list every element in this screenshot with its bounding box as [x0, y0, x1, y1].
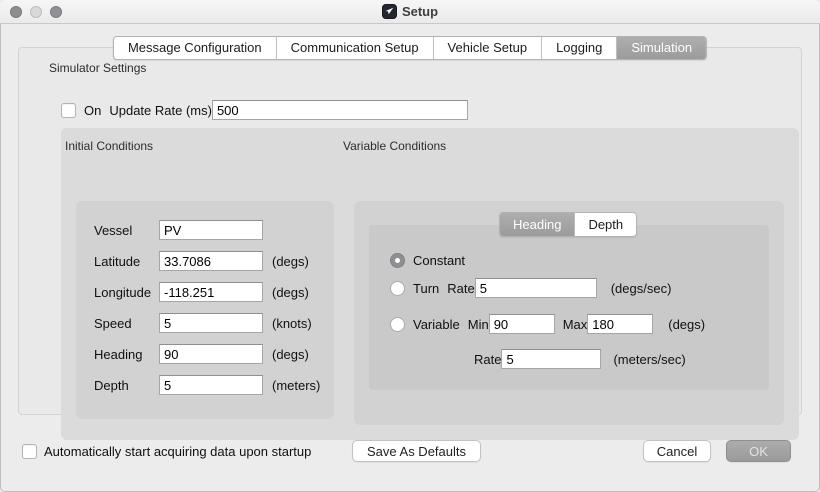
turn-label: Turn	[413, 281, 439, 296]
speed-row: Speed (knots)	[94, 313, 324, 333]
variable-label: Variable	[413, 317, 460, 332]
update-rate-input[interactable]	[212, 100, 468, 120]
latitude-unit: (degs)	[272, 254, 309, 269]
variable-rate-unit: (meters/sec)	[613, 352, 685, 367]
turn-row: Turn Rate (degs/sec)	[390, 277, 671, 299]
speed-unit: (knots)	[272, 316, 312, 331]
tab-message-configuration[interactable]: Message Configuration	[114, 37, 277, 59]
tab-logging[interactable]: Logging	[542, 37, 617, 59]
speed-label: Speed	[94, 316, 159, 331]
speed-input[interactable]	[159, 313, 263, 333]
setup-tab-bar: Message Configuration Communication Setu…	[113, 36, 707, 60]
turn-rate-input[interactable]	[475, 278, 597, 298]
auto-start-checkbox[interactable]	[22, 444, 37, 459]
variable-max-input[interactable]	[587, 314, 653, 334]
tab-depth[interactable]: Depth	[575, 213, 636, 236]
vessel-input[interactable]	[159, 220, 263, 240]
heading-input[interactable]	[159, 344, 263, 364]
tab-vehicle-setup[interactable]: Vehicle Setup	[434, 37, 543, 59]
depth-label: Depth	[94, 378, 159, 393]
constant-radio[interactable]	[390, 253, 405, 268]
variable-max-label: Max	[563, 317, 588, 332]
longitude-row: Longitude (degs)	[94, 282, 324, 302]
depth-row: Depth (meters)	[94, 375, 324, 395]
on-checkbox-label: On	[84, 103, 101, 118]
app-icon	[382, 4, 397, 19]
simulator-settings-title: Simulator Settings	[49, 61, 146, 75]
longitude-label: Longitude	[94, 285, 159, 300]
on-checkbox[interactable]	[61, 103, 76, 118]
variable-rate-label: Rate	[474, 352, 501, 367]
variable-row: Variable Min Max (degs)	[390, 313, 705, 335]
variable-radio[interactable]	[390, 317, 405, 332]
variable-rate-input[interactable]	[501, 349, 601, 369]
depth-input[interactable]	[159, 375, 263, 395]
ok-button[interactable]: OK	[726, 440, 791, 462]
longitude-input[interactable]	[159, 282, 263, 302]
save-as-defaults-button[interactable]: Save As Defaults	[352, 440, 481, 462]
vessel-label: Vessel	[94, 223, 159, 238]
turn-rate-unit: (degs/sec)	[611, 281, 672, 296]
heading-unit: (degs)	[272, 347, 309, 362]
variable-conditions-box: Heading Depth Constant Turn Rate (degs/s…	[354, 201, 784, 425]
window-title: Setup	[402, 4, 438, 19]
latitude-row: Latitude (degs)	[94, 251, 324, 271]
auto-start-row: Automatically start acquiring data upon …	[22, 442, 311, 460]
variable-min-input[interactable]	[489, 314, 555, 334]
heading-depth-tab-bar: Heading Depth	[499, 212, 637, 237]
simulator-on-row: On Update Rate (ms)	[61, 99, 468, 121]
latitude-label: Latitude	[94, 254, 159, 269]
setup-window: Setup Message Configuration Communicatio…	[0, 0, 820, 492]
tab-communication-setup[interactable]: Communication Setup	[277, 37, 434, 59]
tab-simulation[interactable]: Simulation	[617, 37, 706, 59]
tab-heading[interactable]: Heading	[500, 213, 575, 236]
variable-min-label: Min	[468, 317, 489, 332]
latitude-input[interactable]	[159, 251, 263, 271]
variable-conditions-title: Variable Conditions	[343, 139, 446, 153]
initial-conditions-title: Initial Conditions	[65, 139, 153, 153]
heading-label: Heading	[94, 347, 159, 362]
initial-conditions-box: Vessel Latitude (degs) Longitude (degs) …	[76, 201, 334, 419]
title-bar: Setup	[0, 0, 820, 24]
turn-rate-label: Rate	[447, 281, 474, 296]
variable-rate-row: Rate (meters/sec)	[474, 348, 686, 370]
auto-start-label: Automatically start acquiring data upon …	[44, 444, 311, 459]
constant-row: Constant	[390, 251, 465, 269]
vessel-row: Vessel	[94, 220, 324, 240]
cancel-button[interactable]: Cancel	[643, 440, 711, 462]
turn-radio[interactable]	[390, 281, 405, 296]
constant-label: Constant	[413, 253, 465, 268]
update-rate-label: Update Rate (ms)	[109, 103, 212, 118]
variable-range-unit: (degs)	[668, 317, 705, 332]
simulation-tab-content: Simulator Settings On Update Rate (ms) I…	[18, 47, 802, 415]
depth-unit: (meters)	[272, 378, 320, 393]
longitude-unit: (degs)	[272, 285, 309, 300]
heading-row: Heading (degs)	[94, 344, 324, 364]
